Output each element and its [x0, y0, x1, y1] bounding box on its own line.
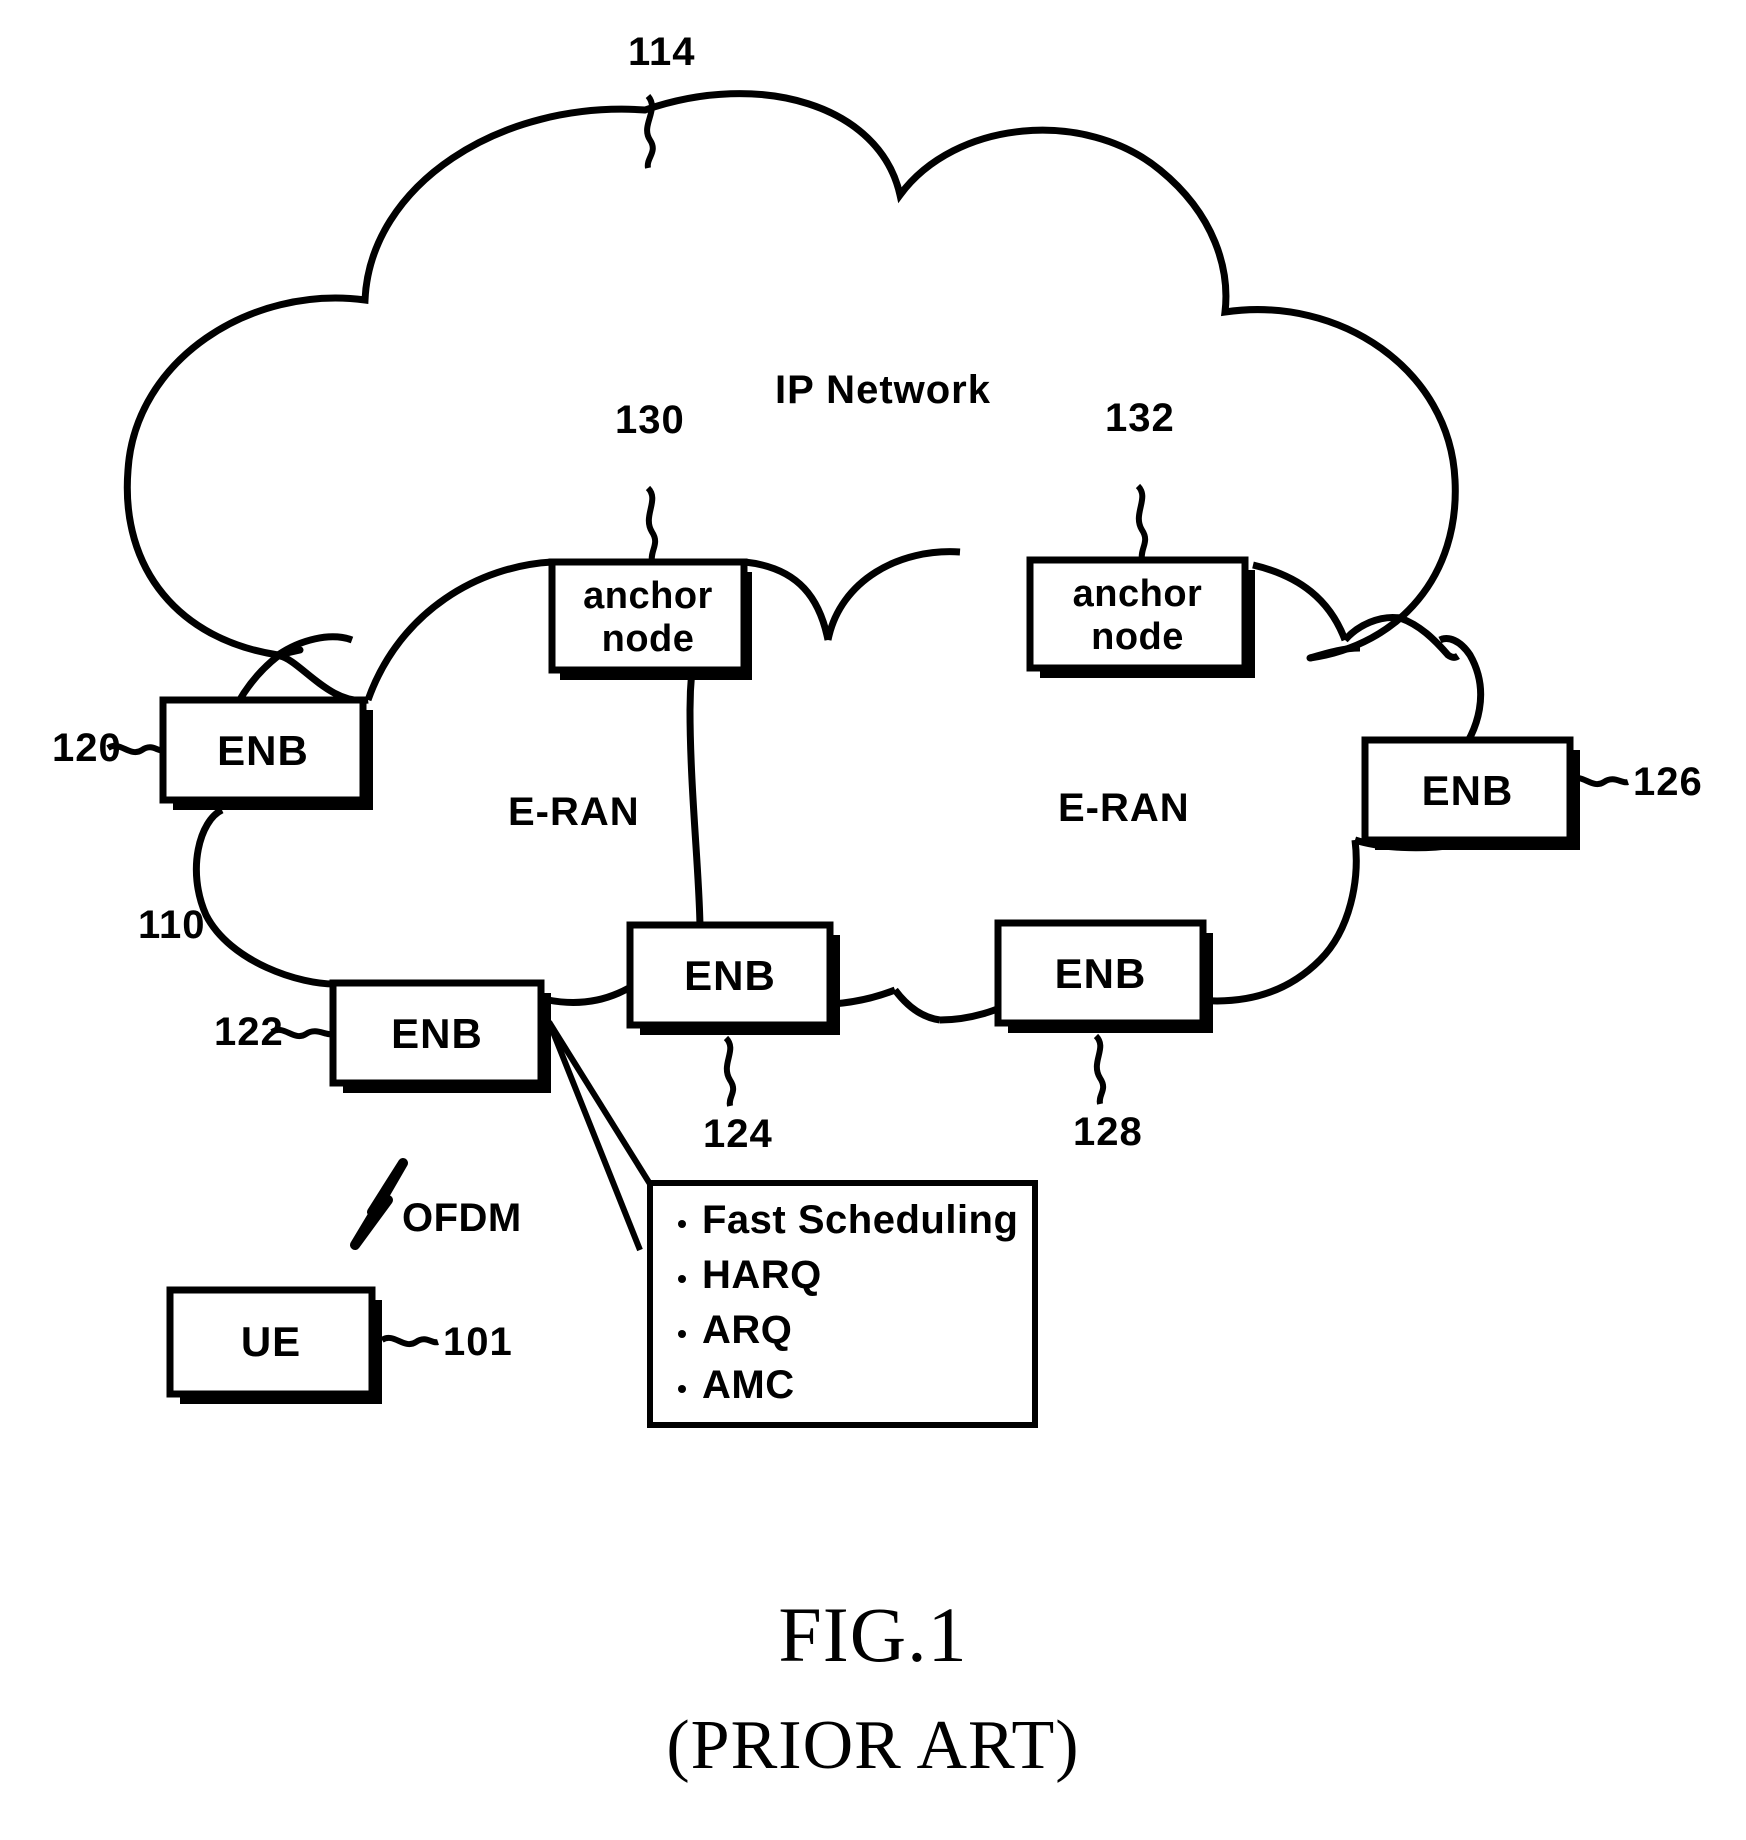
feature-item-1: HARQ: [702, 1253, 822, 1297]
leader-130: [645, 485, 659, 563]
bullet-dot-2: [678, 1330, 686, 1338]
bullet-dot-1: [678, 1275, 686, 1283]
figure-caption-subtitle: (PRIOR ART): [666, 1707, 1080, 1784]
ref-122: 122: [214, 1010, 284, 1054]
eran-left-label: E-RAN: [508, 790, 640, 834]
enb-122-label: ENB: [391, 1010, 483, 1057]
leader-132: [1135, 483, 1149, 561]
leader-128: [1093, 1033, 1107, 1105]
ip-network-label: IP Network: [775, 368, 991, 412]
bullet-dot-3: [678, 1385, 686, 1393]
ref-132: 132: [1105, 396, 1175, 440]
bullet-dot-0: [678, 1220, 686, 1228]
ref-124: 124: [703, 1112, 773, 1156]
lightning-bolt-icon: [350, 1158, 408, 1250]
ref-120: 120: [52, 726, 122, 770]
callout-ray-2: [546, 1020, 643, 1252]
ref-128: 128: [1073, 1110, 1143, 1154]
leader-124: [723, 1035, 737, 1107]
ue-label: UE: [240, 1318, 302, 1365]
diagram-vector-layer: [106, 90, 1629, 1428]
ref-114: 114: [628, 30, 696, 74]
anchor-node-132-line2: node: [1091, 616, 1184, 658]
enb-124-label: ENB: [684, 952, 776, 999]
eran-right-label: E-RAN: [1058, 786, 1190, 830]
enb-126-label: ENB: [1421, 767, 1514, 814]
ref-126: 126: [1633, 760, 1703, 804]
feature-item-2: ARQ: [702, 1308, 793, 1352]
anchor-node-130-line1: anchor: [583, 575, 713, 617]
ref-101: 101: [443, 1320, 513, 1364]
anchor-node-130-line2: node: [601, 618, 695, 660]
enb-120-label: ENB: [217, 727, 309, 774]
callout-ray-1: [546, 1020, 663, 1202]
enb-128-label: ENB: [1054, 950, 1147, 997]
leader-101: [380, 1335, 439, 1347]
feature-item-0: Fast Scheduling: [702, 1198, 1019, 1242]
ofdm-label: OFDM: [402, 1196, 522, 1240]
ref-130: 130: [615, 398, 685, 442]
patent-figure-1: IP Network 114 E-RAN E-RAN 110 anchor no…: [0, 0, 1746, 1840]
anchor-node-132-line1: anchor: [1072, 573, 1203, 615]
ref-110: 110: [138, 903, 206, 947]
feature-item-3: AMC: [702, 1363, 795, 1407]
figure-caption: FIG.1: [778, 1591, 968, 1678]
